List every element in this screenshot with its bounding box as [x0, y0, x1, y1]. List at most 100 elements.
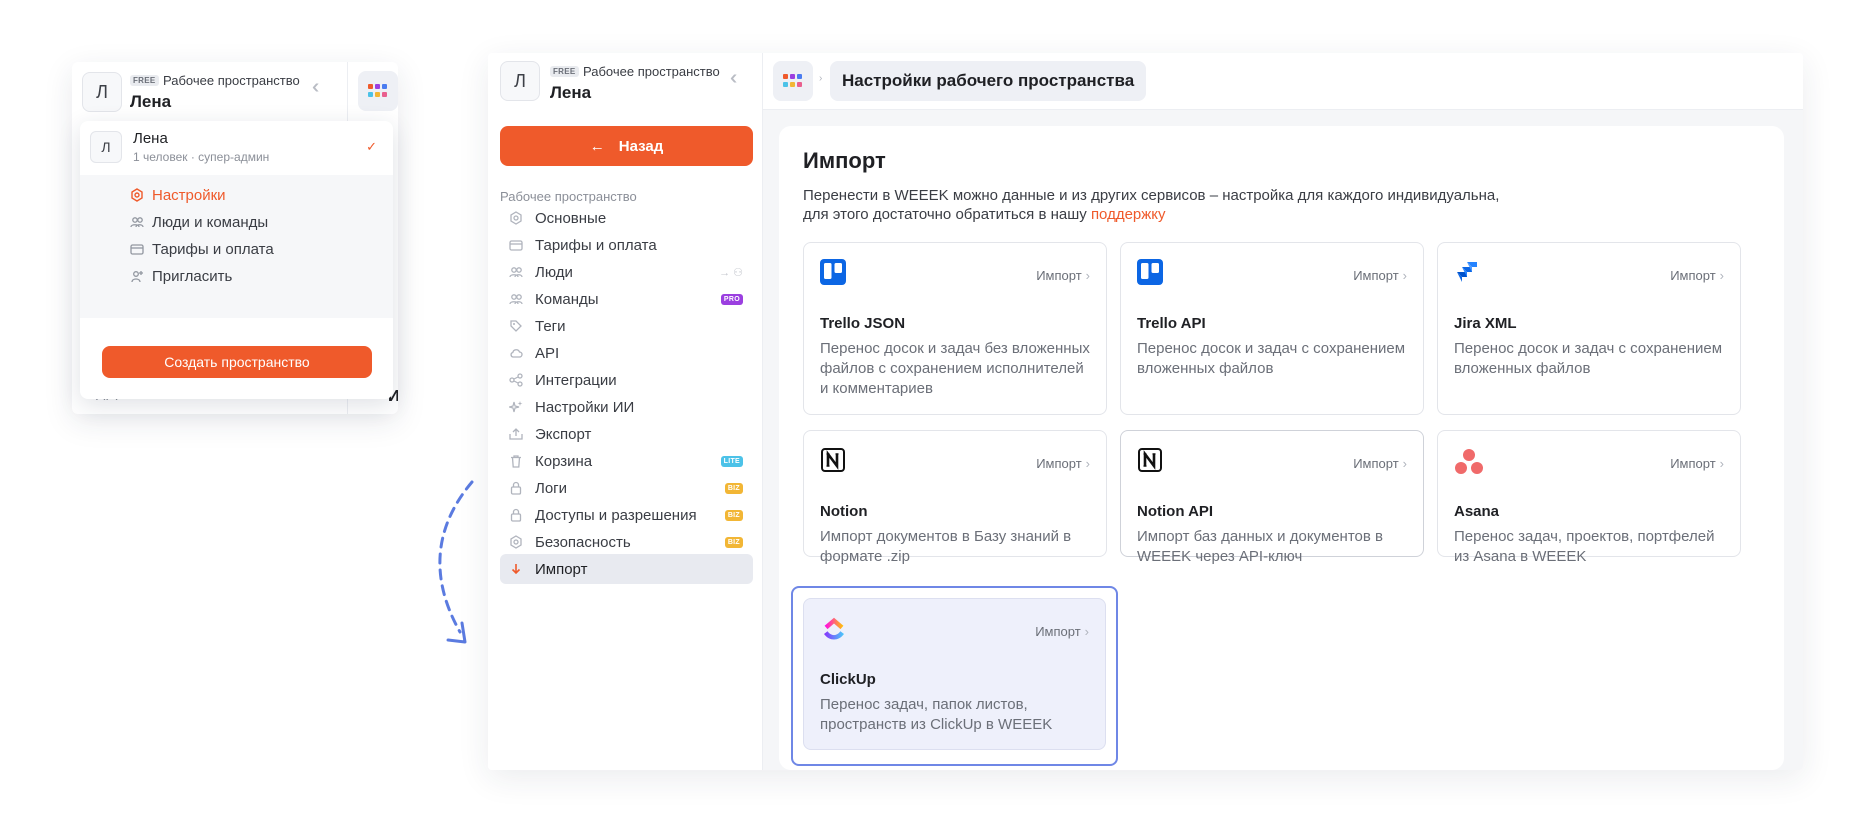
top-bar: › Настройки рабочего пространства: [763, 53, 1803, 110]
import-card-title: Trello API: [1137, 315, 1206, 332]
lock-icon: [508, 507, 524, 523]
import-action[interactable]: Импорт ›: [1036, 268, 1090, 283]
trash-icon: [508, 453, 524, 469]
workspace-name: Лена: [550, 83, 592, 102]
menu-item-label: Тарифы и оплата: [152, 240, 274, 258]
sidebar-item-general[interactable]: Основные: [500, 203, 753, 233]
import-card-title: Notion API: [1137, 503, 1214, 520]
shield-icon: [508, 534, 524, 550]
chevron-right-icon: ›: [1085, 268, 1090, 283]
import-description: Перенести в WEEEK можно данные и из друг…: [803, 187, 1500, 223]
import-card-desc: Импорт документов в Базу знаний в формат…: [820, 528, 1072, 565]
import-card-desc: Перенос досок и задач с сохранением влож…: [1454, 340, 1723, 377]
sidebar-item-export[interactable]: Экспорт: [500, 419, 753, 449]
settings-icon: [130, 188, 144, 202]
sidebar-item-integrations[interactable]: Интеграции: [500, 365, 753, 395]
sidebar-item-security[interactable]: Безопасность BIZ: [500, 527, 753, 557]
menu-item-settings[interactable]: Настройки: [130, 184, 226, 206]
chevron-right-icon: ›: [819, 73, 823, 84]
arrow-left-icon: ←: [589, 137, 605, 155]
sidebar-item-label: Корзина: [535, 452, 593, 470]
sidebar-item-billing[interactable]: Тарифы и оплата: [500, 230, 753, 260]
sidebar-item-label: Тарифы и оплата: [535, 236, 657, 254]
import-card-title: Trello JSON: [820, 315, 906, 332]
menu-item-billing[interactable]: Тарифы и оплата: [130, 238, 274, 260]
page-title: Импорт: [803, 148, 886, 173]
plan-badge-lite: LITE: [720, 455, 743, 467]
import-card-notion[interactable]: Импорт › Notion Импорт документов в Базу …: [803, 430, 1107, 565]
import-card-clickup[interactable]: Импорт › ClickUp Перенос задач, папок лис…: [803, 598, 1106, 750]
import-panel: Импорт Перенести в WEEEK можно данные и …: [779, 126, 1784, 770]
apps-grid-icon[interactable]: [358, 71, 398, 111]
apps-grid-icon[interactable]: [773, 61, 813, 101]
collapse-sidebar-icon[interactable]: ‹‹: [730, 67, 739, 90]
trello-logo-icon: [1137, 259, 1167, 289]
sidebar-item-logs[interactable]: Логи BIZ: [500, 473, 753, 503]
workspace-option-meta: 1 человек · супер-админ: [133, 150, 270, 164]
import-card-notion-api[interactable]: Импорт › Notion API Импорт баз данных и д…: [1120, 430, 1424, 565]
sidebar-item-label: Доступы и разрешения: [535, 506, 697, 524]
integrations-icon: [508, 372, 524, 388]
workspace-header[interactable]: Л FREE Рабочее пространство Лена ‹‹: [72, 62, 347, 122]
create-workspace-button[interactable]: Создать пространство: [102, 346, 372, 378]
jira-logo-icon: [1454, 259, 1484, 289]
people-shortcut-icon: → ⚇: [719, 266, 743, 279]
import-card-jira-xml[interactable]: Импорт › Jira XML Перенос досок и задач с…: [1437, 242, 1741, 415]
download-icon: [508, 561, 524, 577]
import-card-asana[interactable]: Импорт › Asana Перенос задач, проектов, п…: [1437, 430, 1741, 565]
export-icon: [508, 426, 524, 442]
card-icon: [130, 242, 144, 256]
menu-item-invite[interactable]: Пригласить: [130, 265, 232, 287]
notion-logo-icon: [1137, 447, 1167, 477]
sidebar-item-tags[interactable]: Теги: [500, 311, 753, 341]
sidebar-item-label: Логи: [535, 479, 568, 497]
workspace-option[interactable]: Л Лена 1 человек · супер-админ ✓: [80, 121, 393, 175]
cloud-icon: [508, 345, 524, 361]
menu-item-people[interactable]: Люди и команды: [130, 211, 268, 233]
dropdown-menu: Настройки Люди и команды Тарифы и оплата…: [80, 175, 393, 318]
support-link[interactable]: поддержку: [1091, 206, 1166, 223]
trello-logo-icon: [820, 259, 850, 289]
chevron-right-icon: ›: [1402, 456, 1407, 471]
collapse-icon[interactable]: ‹‹: [312, 76, 321, 99]
sidebar-item-label: Экспорт: [535, 425, 592, 443]
content-area: Импорт Перенести в WEEEK можно данные и …: [763, 110, 1803, 770]
sidebar-item-label: Импорт: [535, 560, 588, 578]
workspace-avatar: Л: [90, 131, 122, 163]
sidebar-item-trash[interactable]: Корзина LITE: [500, 446, 753, 476]
workspace-dropdown: Л Лена 1 человек · супер-админ ✓ Настрой…: [80, 121, 393, 399]
import-card-trello-api[interactable]: Импорт › Trello API Перенос досок и задач…: [1120, 242, 1424, 415]
breadcrumb[interactable]: Настройки рабочего пространства: [830, 61, 1147, 101]
sidebar-item-label: Люди: [535, 263, 573, 281]
settings-sidebar: Л FREE Рабочее пространство Лена ‹‹ ← На…: [488, 53, 763, 770]
import-card-desc: Перенос досок и задач без вложенных файл…: [820, 340, 1090, 397]
sidebar-item-import[interactable]: Импорт: [500, 554, 753, 584]
chevron-right-icon: ›: [1719, 268, 1724, 283]
plan-badge-pro: PRO: [720, 293, 743, 305]
settings-icon: [508, 210, 524, 226]
import-action[interactable]: Импорт ›: [1353, 268, 1407, 283]
import-action[interactable]: Импорт ›: [1036, 456, 1090, 471]
sidebar-item-people[interactable]: Люди → ⚇: [500, 257, 753, 287]
import-card-trello-json[interactable]: Импорт › Trello JSON Перенос досок и зада…: [803, 242, 1107, 415]
sidebar-item-permissions[interactable]: Доступы и разрешения BIZ: [500, 500, 753, 530]
sidebar-item-label: API: [535, 344, 560, 362]
import-card-desc: Перенос задач, папок листов, пространств…: [820, 696, 1053, 733]
import-card-title: Notion: [820, 503, 868, 520]
import-action[interactable]: Импорт ›: [1035, 624, 1089, 639]
workspace-name: Лена: [130, 92, 172, 111]
import-action[interactable]: Импорт ›: [1670, 268, 1724, 283]
workspace-label: Рабочее пространство: [163, 73, 300, 88]
chevron-right-icon: ›: [1085, 456, 1090, 471]
plan-badge-biz: BIZ: [724, 509, 743, 521]
notion-logo-icon: [820, 447, 850, 477]
import-action[interactable]: Импорт ›: [1670, 456, 1724, 471]
sidebar-item-ai-settings[interactable]: Настройки ИИ: [500, 392, 753, 422]
plan-badge-biz: BIZ: [724, 536, 743, 548]
back-button[interactable]: ← Назад: [500, 126, 753, 166]
sidebar-item-teams[interactable]: Команды PRO: [500, 284, 753, 314]
sidebar-item-label: Настройки ИИ: [535, 398, 635, 416]
sidebar-item-label: Основные: [535, 209, 607, 227]
import-action[interactable]: Импорт ›: [1353, 456, 1407, 471]
sidebar-item-api[interactable]: API: [500, 338, 753, 368]
